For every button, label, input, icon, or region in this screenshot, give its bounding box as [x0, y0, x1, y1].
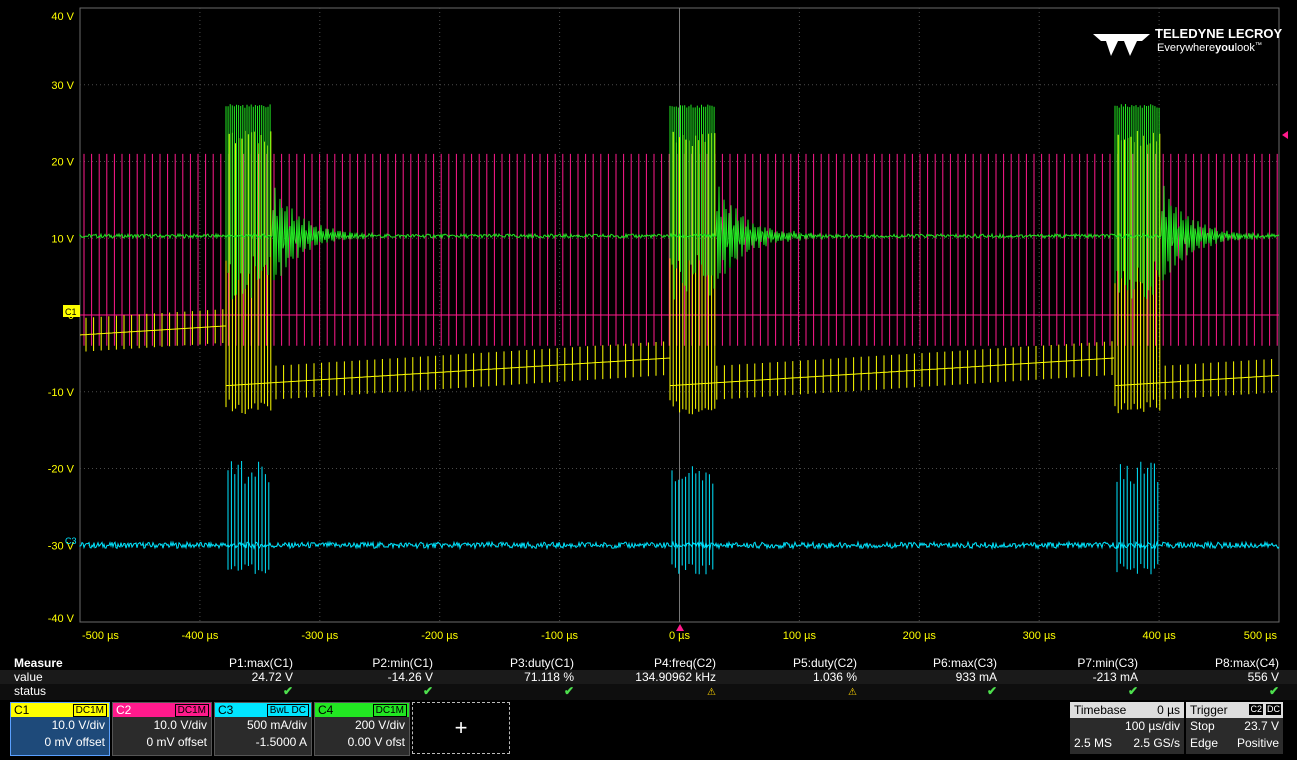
value-row-label: value	[14, 670, 43, 684]
check-icon: ✔	[563, 684, 574, 698]
param-value: 71.118 %	[524, 670, 574, 684]
channel-c3-descriptor[interactable]: C3 BwL DC 500 mA/div -1.5000 A	[214, 702, 312, 756]
param-value: 24.72 V	[251, 670, 293, 684]
measure-header-row: Measure P1:max(C1) P2:min(C1) P3:duty(C1) P…	[0, 656, 1297, 670]
timebase-scale: 100 µs/div	[1125, 719, 1180, 733]
trigger-slope: Positive	[1236, 736, 1279, 750]
status-row-label: status	[14, 684, 47, 698]
trigger-descriptor[interactable]: Trigger C2 DC Stop 23.7 V Edge Positive	[1186, 702, 1283, 754]
param-value: 134.90962 kHz	[635, 670, 716, 684]
c3-scale: 500 mA/div	[246, 718, 307, 732]
c3-coupling-tag: BwL DC	[266, 704, 309, 717]
trigger-type: Edge	[1190, 736, 1219, 750]
check-icon: ✔	[422, 684, 433, 698]
y-tick-label: 30 V	[51, 80, 74, 92]
timebase-rate: 2.5 GS/s	[1133, 736, 1180, 750]
x-tick-label: 500 µs	[1244, 630, 1278, 642]
brand-tagline: Everywhereyoulook™	[1157, 42, 1262, 54]
c4-scale: 200 V/div	[354, 718, 405, 732]
x-tick-label: 400 µs	[1142, 630, 1176, 642]
timebase-descriptor[interactable]: Timebase 0 µs 100 µs/div 2.5 MS 2.5 GS/s	[1070, 702, 1184, 754]
x-tick-label: -200 µs	[421, 630, 458, 642]
c4-coupling-tag: DC1M	[372, 704, 407, 717]
check-icon: ✔	[1268, 684, 1279, 698]
param-value: 1.036 %	[812, 670, 857, 684]
timebase-points: 2.5 MS	[1074, 736, 1113, 750]
c3-name: C3	[218, 703, 234, 717]
c2-coupling-tag: DC1M	[174, 704, 209, 717]
c1-offset: 0 mV offset	[44, 735, 105, 749]
c4-name: C4	[318, 703, 334, 717]
x-tick-label: 300 µs	[1023, 630, 1057, 642]
param-value: 933 mA	[955, 670, 997, 684]
measure-status-row: status ✔ ✔ ✔ ⚠ ⚠ ✔ ✔ ✔	[0, 684, 1297, 700]
param-name[interactable]: P4:freq(C2)	[576, 656, 716, 670]
y-tick-label: -40 V	[48, 613, 75, 625]
trigger-level: 23.7 V	[1244, 719, 1279, 733]
x-tick-label: 200 µs	[903, 630, 937, 642]
c2-scale: 10.0 V/div	[153, 718, 207, 732]
c1-scale: 10.0 V/div	[51, 718, 105, 732]
y-tick-label: 20 V	[51, 157, 74, 169]
param-name[interactable]: P8:max(C4)	[1139, 656, 1279, 670]
c3-ground-marker[interactable]: C3	[65, 536, 77, 546]
x-tick-label: 100 µs	[783, 630, 817, 642]
y-tick-label: -10 V	[48, 387, 75, 399]
param-name[interactable]: P5:duty(C2)	[717, 656, 857, 670]
param-name[interactable]: P2:min(C1)	[293, 656, 433, 670]
check-icon: ✔	[1127, 684, 1138, 698]
measurement-table[interactable]: Measure P1:max(C1) P2:min(C1) P3:duty(C1) P…	[0, 656, 1297, 702]
timebase-label: Timebase	[1074, 703, 1127, 717]
add-channel-button[interactable]: +	[412, 702, 510, 754]
warning-icon: ⚠	[707, 687, 716, 698]
y-tick-label: 10 V	[51, 233, 74, 245]
trigger-label: Trigger	[1190, 703, 1228, 717]
channel-c1-descriptor[interactable]: C1 DC1M 10.0 V/div 0 mV offset	[10, 702, 110, 756]
param-value: -14.26 V	[387, 670, 433, 684]
param-name[interactable]: P3:duty(C1)	[434, 656, 574, 670]
y-tick-label: -20 V	[48, 464, 75, 476]
param-value: -213 mA	[1092, 670, 1138, 684]
y-tick-label: 40 V	[51, 11, 74, 23]
c2-offset: 0 mV offset	[146, 735, 207, 749]
channel-c4-descriptor[interactable]: C4 DC1M 200 V/div 0.00 V ofst	[314, 702, 410, 756]
trigger-mode: Stop	[1190, 719, 1215, 733]
c1-ground-marker[interactable]: C1	[63, 305, 80, 317]
param-name[interactable]: P6:max(C3)	[857, 656, 997, 670]
channel-c2-descriptor[interactable]: C2 DC1M 10.0 V/div 0 mV offset	[112, 702, 212, 756]
c1-name: C1	[14, 703, 30, 717]
plus-icon: +	[454, 715, 468, 740]
c1-marker-label: C1	[65, 307, 77, 317]
brand-name: TELEDYNE LECROY	[1155, 26, 1282, 41]
param-name[interactable]: P7:min(C3)	[998, 656, 1138, 670]
check-icon: ✔	[986, 684, 997, 698]
param-value: 556 V	[1247, 670, 1279, 684]
warning-icon: ⚠	[848, 687, 857, 698]
trigger-coupling: DC	[1266, 704, 1281, 715]
trigger-source: C2	[1249, 704, 1263, 715]
check-icon: ✔	[282, 684, 293, 698]
channel-panel: C1 DC1M 10.0 V/div 0 mV offset C2 DC1M 1…	[0, 702, 1297, 758]
c1-coupling-tag: DC1M	[72, 704, 107, 717]
x-tick-label: -100 µs	[541, 630, 578, 642]
c3-marker-label: C3	[65, 536, 77, 546]
measure-value-row: value 24.72 V -14.26 V 71.118 % 134.90962 k…	[0, 670, 1297, 684]
x-tick-label: -500 µs	[82, 630, 119, 642]
c4-offset: 0.00 V ofst	[347, 735, 405, 749]
x-tick-label: -300 µs	[301, 630, 338, 642]
x-tick-label: 0 µs	[669, 630, 691, 642]
param-name[interactable]: P1:max(C1)	[153, 656, 293, 670]
x-tick-label: -400 µs	[181, 630, 218, 642]
c3-offset: -1.5000 A	[255, 735, 307, 749]
timebase-delay: 0 µs	[1157, 703, 1180, 717]
waveform-display[interactable]: 40 V30 V20 V10 V0-10 V-20 V-30 V-40 V -5…	[0, 0, 1297, 655]
measure-title: Measure	[14, 656, 63, 670]
c2-name: C2	[116, 703, 132, 717]
